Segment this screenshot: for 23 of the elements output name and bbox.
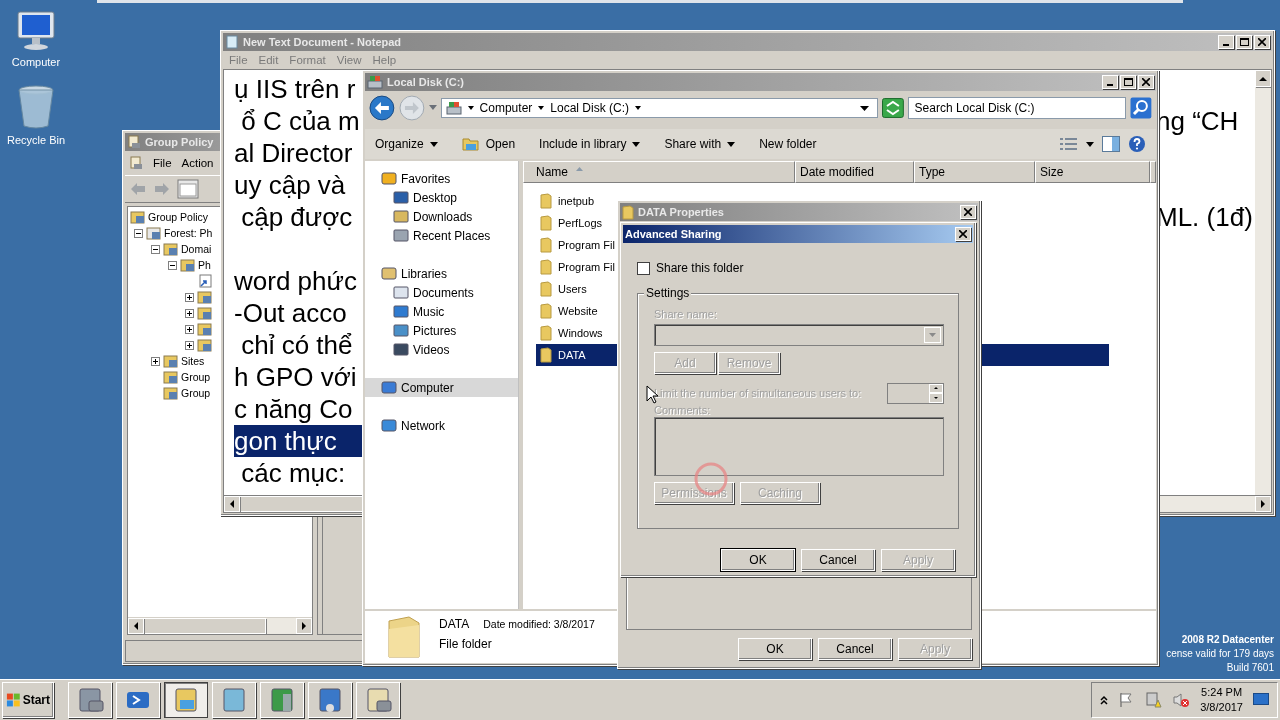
text-line: -Out acco xyxy=(234,297,348,329)
text-line: uy cập và xyxy=(234,169,347,201)
file-name: DATA xyxy=(439,617,470,631)
date-modified-text: Date modified: 3/8/2017 xyxy=(483,618,595,630)
text-line: các mục: xyxy=(240,457,347,489)
text-line: h GPO với xyxy=(234,361,358,393)
text-line: al Director xyxy=(234,137,354,169)
system-info-text: cense valid for 179 days xyxy=(1166,647,1274,661)
window-title: New Text Document - Notepad xyxy=(243,36,402,48)
text-line: ổ C của m xyxy=(240,105,361,137)
window-title: Advanced Sharing xyxy=(625,228,722,240)
group-title: Settings xyxy=(644,286,692,300)
window-title: Group Policy xyxy=(145,136,214,148)
text-line: word phức xyxy=(234,265,358,297)
window-title: DATA Properties xyxy=(638,206,724,218)
text-line: cập được xyxy=(240,201,354,233)
system-info-text: 2008 R2 Datacenter xyxy=(1181,633,1274,647)
text-line: c năng Co xyxy=(234,393,354,425)
window-title: Local Disk (C:) xyxy=(387,76,464,88)
system-info-text: Build 7601 xyxy=(1226,661,1274,675)
text-line: ụ IIS trên r xyxy=(234,73,357,105)
file-type: File folder xyxy=(439,637,493,651)
text-line: chỉ có thể xyxy=(240,329,354,361)
